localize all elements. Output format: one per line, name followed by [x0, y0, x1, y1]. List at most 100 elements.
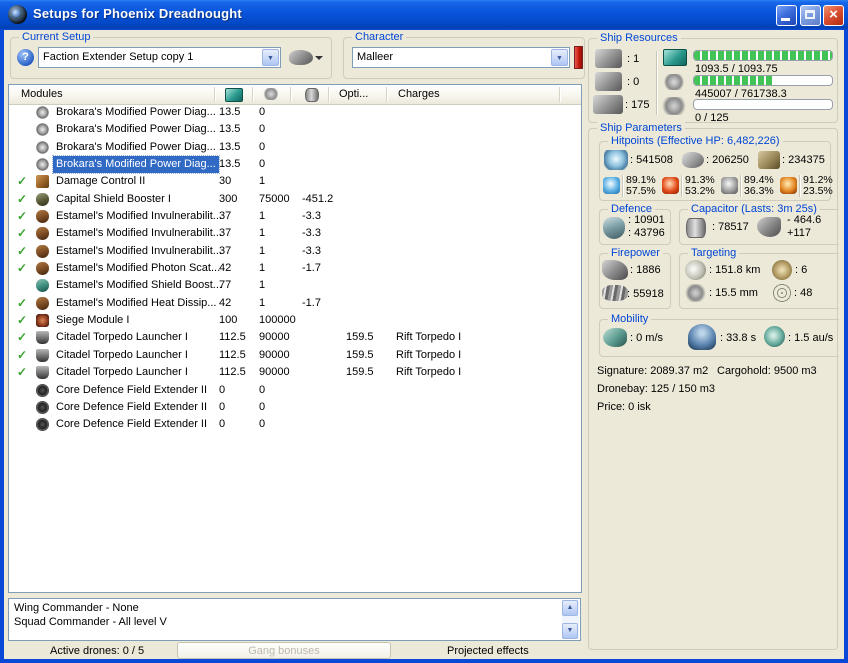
sensor-strength-icon [772, 260, 792, 280]
module-powergrid-value: 100000 [259, 314, 296, 327]
module-row[interactable]: ✓ Siege Module I 100 100000 [9, 312, 581, 329]
dronebay-stat: Dronebay: 125 / 150 m3 [597, 383, 716, 395]
window-title: Setups for Phoenix Dreadnought [33, 6, 242, 21]
module-powergrid-value: 90000 [259, 348, 290, 361]
ship-menu-button[interactable] [287, 48, 325, 69]
capacitor-column-icon[interactable] [305, 88, 319, 102]
targeting-range-value: : 151.8 km [709, 264, 761, 276]
module-powergrid-value: 0 [259, 418, 266, 431]
active-check-icon: ✓ [17, 313, 28, 328]
thermal-resist-armor: 53.2% [685, 185, 715, 197]
character-combobox[interactable]: Malleer ▼ [352, 47, 570, 68]
defence-shield-icon [603, 217, 625, 239]
module-name: Citadel Torpedo Launcher I [56, 331, 188, 344]
module-row[interactable]: ✓ Citadel Torpedo Launcher I 112.5 90000 159… [9, 329, 581, 346]
minimize-button[interactable] [776, 5, 797, 26]
rig-icon [36, 383, 49, 397]
module-row[interactable]: ✓ Estamel's Modified Invulnerabilit... 37 1… [9, 243, 581, 260]
module-row[interactable]: Brokara's Modified Power Diag... 13.5 0 [9, 104, 581, 121]
bonuses-textbox[interactable]: Wing Commander - None Squad Commander - … [8, 598, 581, 641]
column-modules[interactable]: Modules [21, 88, 63, 100]
character-group: Character Malleer ▼ [343, 31, 585, 79]
column-optimal[interactable]: Opti... [339, 88, 368, 100]
torpedo-launcher-icon [36, 366, 49, 380]
module-row[interactable]: ✓ Citadel Torpedo Launcher I 112.5 90000 159… [9, 364, 581, 381]
module-cpu-value: 13.5 [219, 123, 241, 136]
em-resist-armor: 57.5% [626, 185, 656, 197]
module-row[interactable]: ✓ Damage Control II 30 1 [9, 173, 581, 190]
module-row[interactable]: Estamel's Modified Shield Boost... 77 1 [9, 277, 581, 294]
character-value: Malleer [357, 51, 394, 63]
help-icon[interactable]: ? [17, 49, 34, 66]
explosive-resist-armor: 23.5% [803, 185, 833, 197]
module-row[interactable]: ✓ Estamel's Modified Invulnerabilit... 37 1… [9, 208, 581, 225]
kinetic-resist-icon [721, 177, 738, 194]
module-powergrid-value: 1 [259, 244, 266, 257]
active-check-icon: ✓ [17, 174, 28, 189]
module-powergrid-value: 0 [259, 158, 266, 171]
status-bar: Active drones: 0 / 5 Gang bonuses Projec… [4, 642, 844, 659]
module-row[interactable]: Brokara's Modified Power Diag... 13.5 0 [9, 139, 581, 156]
module-row[interactable]: Core Defence Field Extender II 0 0 [9, 399, 581, 416]
cpu-column-icon[interactable] [225, 88, 243, 102]
dps-icon [602, 285, 628, 301]
chevron-down-icon[interactable]: ▼ [262, 49, 279, 66]
bonus-line: Squad Commander - All level V [14, 616, 167, 628]
module-row[interactable]: ✓ Estamel's Modified Heat Dissip... 42 1 -1.… [9, 295, 581, 312]
maximize-button[interactable] [800, 5, 821, 26]
scroll-up-icon[interactable]: ▲ [562, 600, 578, 616]
ship-resources-label: Ship Resources [597, 32, 681, 44]
power-diagnostic-icon [36, 123, 49, 137]
ship-parameters-group: Ship Parameters Hitpoints (Effective HP:… [588, 122, 839, 650]
module-row[interactable]: ✓ Estamel's Modified Photon Scat... 42 1 -1.… [9, 260, 581, 277]
firepower-group: Firepower : 1886 : 55918 [599, 247, 671, 309]
power-diagnostic-icon [36, 140, 49, 154]
module-row[interactable]: Brokara's Modified Power Diag... 13.5 0 [9, 155, 581, 175]
module-name: Estamel's Modified Invulnerabilit... [56, 227, 222, 240]
module-row[interactable]: ✓ Estamel's Modified Invulnerabilit... 37 1… [9, 225, 581, 242]
signature-radius-icon [685, 284, 706, 302]
cpu-bar [693, 50, 833, 61]
module-cpu-value: 0 [219, 400, 226, 413]
module-row[interactable]: Core Defence Field Extender II 0 0 [9, 416, 581, 433]
shield-hp-icon [604, 150, 628, 170]
projected-effects-button[interactable]: Projected effects [447, 645, 529, 657]
module-name: Core Defence Field Extender II [56, 383, 208, 396]
module-cpu-value: 42 [219, 262, 232, 275]
modules-table: Modules Opti... Charges Brokara's Modifi… [8, 84, 582, 593]
scroll-down-icon[interactable]: ▼ [562, 623, 578, 639]
module-name: Core Defence Field Extender II [56, 418, 208, 431]
module-cpu-value: 77 [219, 279, 232, 292]
hitpoints-label: Hitpoints (Effective HP: 6,482,226) [608, 135, 783, 147]
defence-group: Defence : 10901 : 43796 [599, 203, 671, 245]
gang-bonuses-button[interactable]: Gang bonuses [177, 642, 391, 659]
module-row[interactable]: Core Defence Field Extender II 0 0 [9, 382, 581, 399]
module-cpu-value: 13.5 [219, 158, 241, 171]
module-row[interactable]: ✓ Capital Shield Booster I 300 75000 -451.2 [9, 191, 581, 208]
module-cpu-value: 100 [219, 314, 238, 327]
module-powergrid-value: 0 [259, 140, 266, 153]
active-check-icon: ✓ [17, 347, 28, 362]
current-setup-label: Current Setup [19, 31, 94, 43]
defence-value-2: : 43796 [628, 227, 665, 239]
setup-combobox[interactable]: Faction Extender Setup copy 1 ▼ [38, 47, 281, 68]
active-check-icon: ✓ [17, 261, 28, 276]
app-icon [8, 5, 27, 24]
module-row[interactable]: Brokara's Modified Power Diag... 13.5 0 [9, 121, 581, 138]
module-name: Estamel's Modified Photon Scat... [56, 262, 221, 275]
module-powergrid-value: 1 [259, 175, 266, 188]
chevron-down-icon[interactable]: ▼ [551, 49, 568, 66]
module-powergrid-value: 90000 [259, 366, 290, 379]
powergrid-column-icon[interactable] [263, 88, 279, 100]
column-charges[interactable]: Charges [398, 88, 440, 100]
skill-alert-indicator [574, 46, 583, 69]
module-row[interactable]: ✓ Citadel Torpedo Launcher I 112.5 90000 159… [9, 347, 581, 364]
close-button[interactable]: × [823, 5, 844, 26]
module-cpu-value: 42 [219, 296, 232, 309]
module-name: Damage Control II [56, 175, 146, 188]
scrollbar[interactable]: ▲ ▼ [562, 600, 579, 639]
active-check-icon: ✓ [17, 209, 28, 224]
module-capacitor-value: -3.3 [302, 210, 321, 223]
module-name: Brokara's Modified Power Diag... [52, 155, 220, 175]
warp-speed-icon [764, 326, 785, 347]
